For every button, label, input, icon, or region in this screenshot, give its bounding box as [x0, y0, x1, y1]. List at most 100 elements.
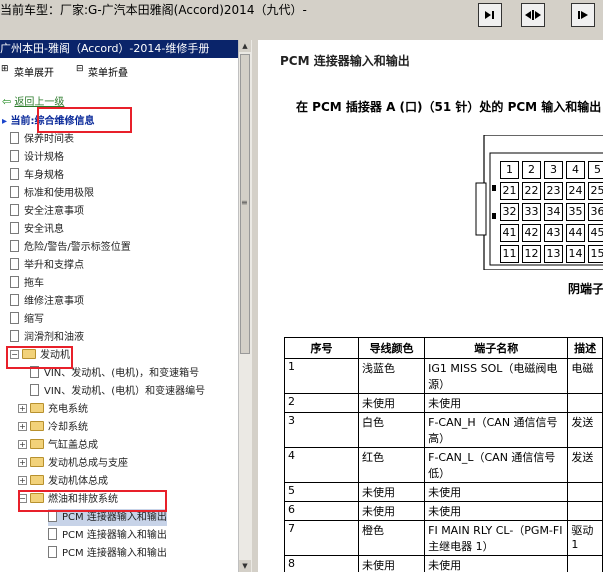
tree-item[interactable]: 润滑剂和油液 [10, 329, 84, 346]
tree-item-label: PCM 连接器输入和输出 [62, 530, 167, 541]
tree-item[interactable]: 车身规格 [10, 167, 64, 184]
tree-item-label: PCM 连接器输入和输出 [62, 548, 167, 559]
tree-item[interactable]: 安全讯息 [10, 221, 64, 238]
nav-first-button[interactable] [478, 3, 502, 27]
tree-item-label: 冷却系统 [48, 422, 88, 433]
tree-item-label: 缩写 [24, 314, 44, 325]
table-cell: 未使用 [424, 482, 569, 502]
tree-item[interactable]: 标准和使用极限 [10, 185, 94, 202]
connector-pin: 2 [522, 161, 541, 179]
expand-plus-icon[interactable]: + [18, 421, 27, 431]
expand-plus-icon[interactable]: + [18, 475, 27, 485]
table-cell: 5 [284, 482, 359, 502]
top-bar: 当前车型：厂家:G-广汽本田雅阁(Accord)2014（九代）- [0, 0, 603, 38]
tree-item-label: 发动机体总成 [48, 476, 108, 487]
connector-pin: 44 [566, 224, 585, 242]
tree-item-label: 保养时间表 [24, 134, 74, 145]
tree-item-label: 充电系统 [48, 404, 88, 415]
tree-item-label: 气缸盖总成 [48, 440, 98, 451]
document-icon [10, 204, 19, 216]
table-row: 8 未使用 未使用 [284, 555, 603, 572]
connector-pin: 32 [500, 203, 519, 221]
table-cell: 发送 [567, 412, 603, 448]
tree-item[interactable]: 危险/警告/警示标签位置 [10, 239, 131, 256]
tree-item[interactable]: + 冷却系统 [18, 419, 88, 436]
column-header: 描述 [567, 337, 603, 359]
step-right-icon [578, 11, 588, 19]
tree-item[interactable]: PCM 连接器输入和输出 [48, 545, 167, 562]
expand-plus-icon[interactable]: + [18, 403, 27, 413]
table-row: 7 橙色 FI MAIN RLY CL-（PGM-FI主继电器 1） 驱动1 [284, 520, 603, 556]
connector-pin: 15 [588, 245, 603, 263]
expand-plus-icon[interactable]: + [18, 439, 27, 449]
tree-item[interactable]: 保养时间表 [10, 131, 74, 148]
collapse-all-link[interactable]: 菜单折叠 [88, 64, 128, 79]
tree-item[interactable]: + 发动机体总成 [18, 473, 108, 490]
page-title: PCM 连接器输入和输出 [280, 54, 410, 68]
tree-panel: 广州本田-雅阁（Accord）-2014-维修手册 ⊞ 菜单展开 ⊟ 菜单折叠 … [0, 40, 252, 572]
table-cell: 未使用 [357, 482, 426, 502]
tree-item-label: 维修注意事项 [24, 296, 84, 307]
tree-item[interactable]: 举升和支撑点 [10, 257, 84, 274]
document-icon [10, 258, 19, 270]
tree-item[interactable]: 缩写 [10, 311, 44, 328]
tree-item[interactable]: + 气缸盖总成 [18, 437, 98, 454]
page-subtitle: 在 PCM 插接器 A (口)（51 针）处的 PCM 输入和输出 [296, 100, 602, 114]
tree-item-label: VIN、发动机、(电机）和变速器编号 [44, 386, 206, 397]
connector-pin: 21 [500, 182, 519, 200]
tree-item[interactable]: 设计规格 [10, 149, 64, 166]
scroll-down-icon[interactable]: ▼ [239, 560, 251, 572]
column-header: 端子名称 [424, 337, 569, 359]
connector-pin: 11 [500, 245, 519, 263]
tree-item-label: 安全讯息 [24, 224, 64, 235]
pin-table: 序号 导线颜色 端子名称 描述 1 浅蓝色 IG1 MISS SOL（电磁阀电源） 电磁 2 未… [284, 337, 603, 572]
tree-item-label: 润滑剂和油液 [24, 332, 84, 343]
table-cell: F-CAN_L（CAN 通信信号低） [424, 447, 569, 483]
expand-all-link[interactable]: 菜单展开 [14, 64, 54, 79]
document-icon [30, 384, 39, 396]
folder-icon [30, 421, 44, 431]
connector-pin: 1 [500, 161, 519, 179]
content-panel: PCM 连接器输入和输出 在 PCM 插接器 A (口)（51 针）处的 PCM… [258, 40, 603, 572]
tree-item[interactable]: + 发动机总成与支座 [18, 455, 128, 472]
table-cell: 未使用 [357, 501, 426, 521]
document-icon [48, 528, 57, 540]
tree-item[interactable]: 拖车 [10, 275, 44, 292]
connector-pin: 22 [522, 182, 541, 200]
expand-icon: ⊞ [1, 64, 9, 74]
tree-item[interactable]: PCM 连接器输入和输出 [48, 527, 167, 544]
table-cell: 未使用 [357, 555, 426, 572]
tree-item[interactable]: + 充电系统 [18, 401, 88, 418]
document-icon [10, 168, 19, 180]
table-cell [567, 482, 603, 502]
tree-item[interactable]: 安全注意事项 [10, 203, 84, 220]
document-icon [10, 240, 19, 252]
tree-item[interactable]: VIN、发动机、(电机）和变速器编号 [30, 383, 205, 400]
table-cell: 8 [284, 555, 359, 572]
table-cell: 未使用 [424, 555, 569, 572]
table-cell: 发送 [567, 447, 603, 483]
table-cell: FI MAIN RLY CL-（PGM-FI主继电器 1） [424, 520, 569, 556]
table-cell [567, 393, 603, 413]
connector-pin: 42 [522, 224, 541, 242]
female-terminal-label: 阴端子 [568, 282, 603, 296]
scroll-up-icon[interactable]: ▲ [239, 40, 251, 52]
highlight-box-fuel [18, 490, 167, 512]
nav-next-button[interactable] [571, 3, 595, 27]
table-row: 4 红色 F-CAN_L（CAN 通信信号低） 发送 [284, 447, 603, 483]
table-cell: 7 [284, 520, 359, 556]
nav-swap-button[interactable] [521, 3, 545, 27]
step-icon [485, 11, 494, 19]
manual-title: 广州本田-雅阁（Accord）-2014-维修手册 [0, 40, 239, 58]
tree-item-label: PCM 连接器输入和输出 [62, 512, 167, 523]
folder-icon [30, 439, 44, 449]
tree-item[interactable]: 维修注意事项 [10, 293, 84, 310]
expand-plus-icon[interactable]: + [18, 457, 27, 467]
pointer-icon: ▸ [2, 116, 8, 127]
folder-icon [30, 457, 44, 467]
document-icon [10, 222, 19, 234]
tree-scrollbar[interactable]: ▲ ≡ ▼ [238, 40, 252, 572]
table-cell: IG1 MISS SOL（电磁阀电源） [424, 358, 569, 394]
connector-pin: 25 [588, 182, 603, 200]
document-icon [10, 294, 19, 306]
